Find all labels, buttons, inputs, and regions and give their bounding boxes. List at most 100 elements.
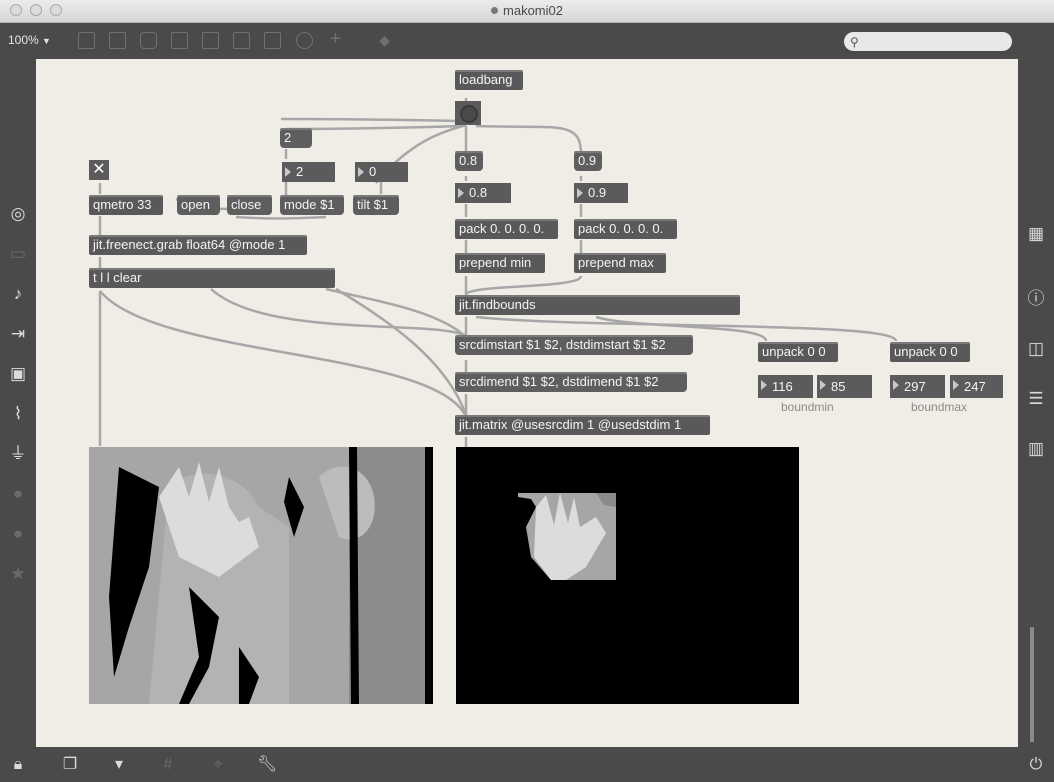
boundmax-y-number[interactable]: 247 — [950, 375, 1003, 398]
snap-icon[interactable]: ⌖ — [208, 755, 228, 775]
grid-toggle-icon[interactable]: # — [158, 755, 178, 775]
pack-object-b[interactable]: pack 0. 0. 0. 0. — [574, 219, 677, 239]
number-arrow-icon — [893, 380, 899, 390]
music-note-icon[interactable]: ♪ — [8, 284, 28, 304]
list-icon[interactable]: ☰ — [1026, 389, 1046, 409]
boundmin-x-value: 116 — [772, 379, 793, 394]
plug-icon[interactable]: ⏚ — [8, 444, 28, 464]
info-icon[interactable]: ⓘ — [1026, 289, 1046, 309]
cpu-meter — [1030, 627, 1034, 742]
zoom-level: 100% — [8, 33, 39, 47]
search-field[interactable]: ⚲ — [844, 32, 1012, 51]
playback-icon[interactable] — [233, 32, 250, 49]
srcdimend-message[interactable]: srcdimend $1 $2, dstdimend $1 $2 — [455, 372, 687, 392]
number-arrow-icon — [358, 167, 364, 177]
toolbar: 100% ▼ + ◆ ⚲ — [0, 23, 1054, 59]
bang-icon[interactable] — [202, 32, 219, 49]
unpack-object-max[interactable]: unpack 0 0 — [890, 342, 970, 362]
star-icon[interactable]: ★ — [8, 564, 28, 584]
panel-icon[interactable]: ▭ — [8, 244, 28, 264]
float-msg-a[interactable]: 0.8 — [455, 151, 483, 171]
prepend-min-object[interactable]: prepend min — [455, 253, 545, 273]
bottom-bar: 🔒︎ ❐ ▾ # ⌖ 🔧︎ ⏻ — [0, 747, 1054, 782]
cropped-video-display[interactable] — [456, 447, 799, 704]
paint-icon[interactable]: ◆ — [376, 32, 393, 49]
window-title-text: makomi02 — [503, 3, 563, 18]
metro-toggle[interactable]: ✕ — [89, 160, 109, 180]
float-number-b[interactable]: 0.9 — [574, 183, 628, 203]
number-arrow-icon — [761, 380, 767, 390]
findbounds-object[interactable]: jit.findbounds — [455, 295, 740, 315]
boundmax-y-value: 247 — [964, 379, 986, 394]
wrench-icon[interactable]: 🔧︎ — [257, 755, 277, 775]
number-arrow-icon — [458, 188, 464, 198]
zoom-arrow-icon: ▼ — [42, 36, 51, 46]
beap-icon[interactable]: ● — [8, 524, 28, 544]
tilt-number[interactable]: 0 — [355, 162, 408, 182]
unpack-object-min[interactable]: unpack 0 0 — [758, 342, 838, 362]
tilt-message[interactable]: tilt $1 — [353, 195, 399, 215]
float-number-b-value: 0.9 — [588, 185, 607, 200]
number-arrow-icon — [820, 380, 826, 390]
close-message[interactable]: close — [227, 195, 272, 215]
open-message[interactable]: open — [177, 195, 220, 215]
document-dot-icon — [491, 7, 499, 14]
float-number-a[interactable]: 0.8 — [455, 183, 511, 203]
loadbang-bang-button[interactable] — [455, 101, 481, 125]
right-sidebar: ▦ ⓘ ◫ ☰ ▥ — [1018, 59, 1054, 747]
paperclip-icon[interactable]: ⌇ — [8, 404, 28, 424]
message-icon[interactable] — [140, 32, 157, 49]
vizzie-icon[interactable]: ● — [8, 484, 28, 504]
depth-image — [89, 447, 433, 704]
toggle-icon[interactable] — [171, 32, 188, 49]
image-icon[interactable]: ▣ — [8, 364, 28, 384]
loadbang-object[interactable]: loadbang — [455, 70, 523, 90]
target-icon[interactable]: ◎ — [8, 204, 28, 224]
patcher-icon[interactable] — [78, 32, 95, 49]
boundmin-y-value: 85 — [831, 379, 846, 394]
boundmax-x-value: 297 — [904, 379, 926, 394]
left-sidebar: ◎ ▭ ♪ ⇥ ▣ ⌇ ⏚ ● ● ★ — [0, 59, 36, 747]
number-arrow-icon — [577, 188, 583, 198]
trigger-object[interactable]: t l l clear — [89, 268, 335, 288]
pack-object-a[interactable]: pack 0. 0. 0. 0. — [455, 219, 558, 239]
grid-icon[interactable]: ▦ — [1026, 224, 1046, 244]
number-arrow-icon — [953, 380, 959, 390]
lock-icon[interactable]: 🔒︎ — [8, 755, 28, 775]
tilt-number-value: 0 — [369, 164, 377, 179]
slider-icon[interactable] — [264, 32, 281, 49]
step-forward-icon[interactable]: ⇥ — [8, 324, 28, 344]
float-number-a-value: 0.8 — [469, 185, 488, 200]
book-icon[interactable]: ◫ — [1026, 339, 1046, 359]
title-bar: makomi02 — [0, 0, 1054, 23]
window-title: makomi02 — [0, 3, 1054, 18]
boundmin-x-number[interactable]: 116 — [758, 375, 813, 398]
float-msg-b[interactable]: 0.9 — [574, 151, 602, 171]
depth-video-display[interactable] — [89, 447, 433, 704]
mode-number[interactable]: 2 — [282, 162, 335, 182]
number-arrow-icon — [285, 167, 291, 177]
qmetro-object[interactable]: qmetro 33 — [89, 195, 163, 215]
comment-icon[interactable]: ▾ — [109, 755, 129, 775]
boundmin-label: boundmin — [781, 400, 834, 414]
mode-int-message[interactable]: 2 — [280, 128, 312, 148]
power-icon[interactable]: ⏻ — [1026, 755, 1046, 775]
patcher-canvas[interactable]: loadbang 0.8 0.9 0.8 0.9 pack 0. 0. 0. 0… — [36, 59, 1018, 747]
prepend-max-object[interactable]: prepend max — [574, 253, 666, 273]
boundmax-label: boundmax — [911, 400, 968, 414]
search-icon: ⚲ — [850, 35, 859, 49]
mode-message[interactable]: mode $1 — [280, 195, 344, 215]
boundmin-y-number[interactable]: 85 — [817, 375, 872, 398]
dial-icon[interactable] — [296, 32, 313, 49]
reference-icon[interactable]: ▥ — [1026, 439, 1046, 459]
mode-number-value: 2 — [296, 164, 304, 179]
presentation-icon[interactable]: ❐ — [60, 755, 80, 775]
boundmax-x-number[interactable]: 297 — [890, 375, 945, 398]
add-icon[interactable]: + — [327, 29, 344, 49]
object-icon[interactable] — [109, 32, 126, 49]
jit-matrix-object[interactable]: jit.matrix @usesrcdim 1 @usedstdim 1 — [455, 415, 710, 435]
cropped-image — [456, 447, 799, 704]
freenect-grab-object[interactable]: jit.freenect.grab float64 @mode 1 — [89, 235, 307, 255]
zoom-menu[interactable]: 100% ▼ — [8, 33, 51, 47]
srcdimstart-message[interactable]: srcdimstart $1 $2, dstdimstart $1 $2 — [455, 335, 693, 355]
